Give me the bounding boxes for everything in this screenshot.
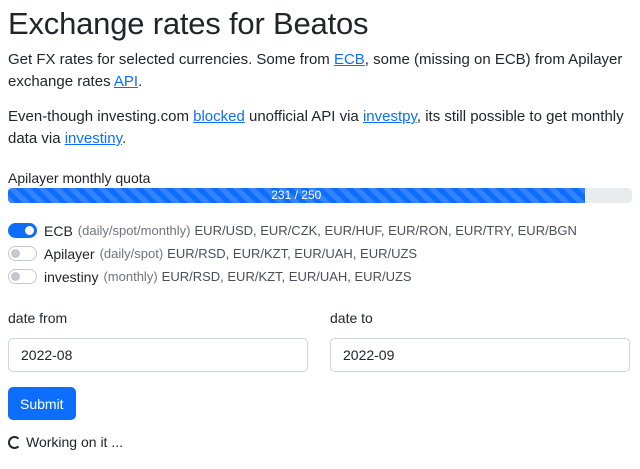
intro-paragraph-1: Get FX rates for selected currencies. So… xyxy=(8,49,632,93)
intro-text: Even-though investing.com xyxy=(8,108,194,125)
intro-text: Get FX rates for selected currencies. So… xyxy=(8,51,334,68)
ecb-toggle[interactable] xyxy=(8,223,37,238)
intro-text: . xyxy=(138,73,143,90)
date-to-input[interactable] xyxy=(330,338,630,372)
source-name: ECB xyxy=(44,222,73,239)
source-currencies: EUR/RSD, EUR/KZT, EUR/UAH, EUR/UZS xyxy=(161,269,412,284)
date-from-label: date from xyxy=(8,310,68,326)
api-link[interactable]: API xyxy=(114,73,138,90)
apilayer-toggle[interactable] xyxy=(8,246,37,261)
investpy-link[interactable]: investpy xyxy=(363,108,417,125)
date-to-label: date to xyxy=(330,310,373,326)
source-name: Apilayer xyxy=(44,245,95,262)
spinner-icon xyxy=(8,435,21,449)
ecb-link[interactable]: ECB xyxy=(334,51,365,68)
status-message: Working on it ... xyxy=(8,432,632,452)
source-switch-investiny: investiny (monthly) EUR/RSD, EUR/KZT, EU… xyxy=(8,265,632,288)
quota-progress: 231 / 250 xyxy=(8,188,632,203)
investiny-link[interactable]: investiny xyxy=(65,130,122,147)
source-currencies: EUR/RSD, EUR/KZT, EUR/UAH, EUR/UZS xyxy=(167,246,418,261)
source-frequency: (monthly) xyxy=(103,269,158,284)
intro-text: unofficial API via xyxy=(244,108,363,125)
submit-button[interactable]: Submit xyxy=(8,387,76,420)
investiny-toggle[interactable] xyxy=(8,269,37,284)
date-from-group: date from xyxy=(8,308,308,372)
toggle-knob xyxy=(11,272,20,281)
blocked-link[interactable]: blocked xyxy=(193,108,245,125)
source-currencies: EUR/USD, EUR/CZK, EUR/HUF, EUR/RON, EUR/… xyxy=(194,223,577,238)
status-text: Working on it ... xyxy=(26,434,124,450)
toggle-knob xyxy=(11,249,20,258)
date-from-input[interactable] xyxy=(8,338,308,372)
source-frequency: (daily/spot/monthly) xyxy=(77,223,191,238)
intro-paragraph-2: Even-though investing.com blocked unoffi… xyxy=(8,106,632,150)
source-switches: ECB (daily/spot/monthly) EUR/USD, EUR/CZ… xyxy=(8,219,632,288)
source-name: investiny xyxy=(44,268,99,285)
page-title: Exchange rates for Beatos xyxy=(8,6,369,41)
date-range: date from date to xyxy=(8,308,632,372)
source-switch-apilayer: Apilayer (daily/spot) EUR/RSD, EUR/KZT, … xyxy=(8,242,632,265)
quota-label: Apilayer monthly quota xyxy=(8,170,151,186)
source-switch-ecb: ECB (daily/spot/monthly) EUR/USD, EUR/CZ… xyxy=(8,219,632,242)
date-to-group: date to xyxy=(330,308,630,372)
intro-text: . xyxy=(121,130,127,147)
source-frequency: (daily/spot) xyxy=(99,246,164,261)
toggle-knob xyxy=(25,226,34,235)
page-container: Exchange rates for Beatos Get FX rates f… xyxy=(8,0,632,452)
quota-progress-bar: 231 / 250 xyxy=(8,188,585,203)
